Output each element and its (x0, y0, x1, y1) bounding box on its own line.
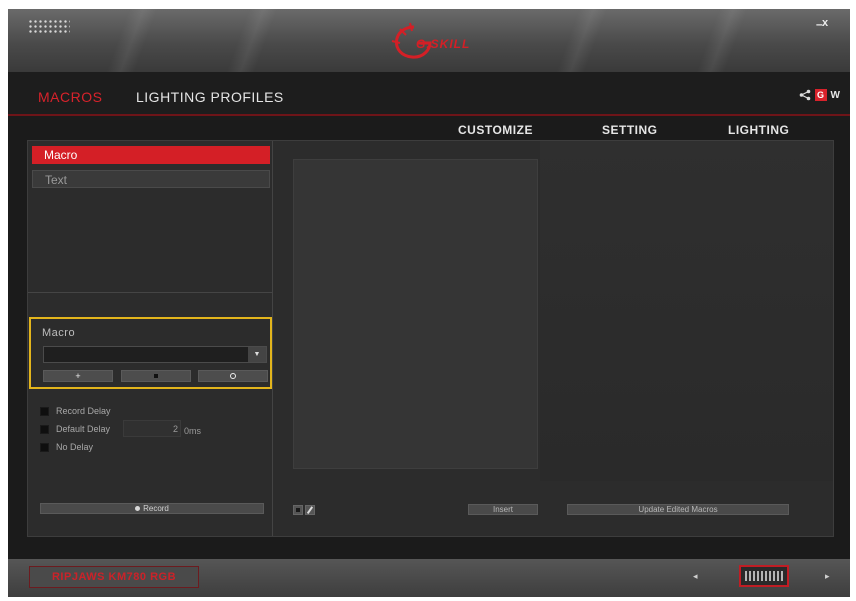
default-delay-checkbox[interactable] (40, 424, 49, 434)
tab-macros[interactable]: MACROS (38, 89, 102, 105)
pencil-icon (307, 506, 313, 514)
title-bar[interactable]: G.SKILL – x (8, 9, 850, 72)
default-delay-option[interactable]: Default Delay (40, 424, 110, 434)
macro-record-button[interactable] (198, 370, 268, 382)
no-delay-option[interactable]: No Delay (40, 442, 93, 452)
record-dot-icon (135, 506, 141, 511)
record-button[interactable]: Record (40, 503, 264, 514)
footer-bar: RIPJAWS KM780 RGB ◂ ▸ (8, 559, 850, 597)
logo-text: G.SKILL (416, 37, 471, 51)
header-decoration (696, 9, 748, 72)
chevron-down-icon[interactable]: ▼ (248, 347, 266, 362)
square-icon (154, 374, 158, 378)
mode-item-text[interactable]: Text (32, 170, 270, 188)
header-decoration (106, 9, 158, 72)
record-button-label: Record (143, 504, 169, 513)
update-edited-macros-button[interactable]: Update Edited Macros (567, 504, 789, 515)
record-delay-option[interactable]: Record Delay (40, 406, 111, 416)
macro-selector-box: Macro ▼ + (29, 317, 272, 389)
prev-device-button[interactable]: ◂ (693, 571, 698, 582)
mode-list: Macro Text (28, 141, 273, 293)
record-delay-label: Record Delay (56, 406, 111, 416)
stop-tool-button[interactable] (293, 505, 303, 515)
default-delay-input[interactable] (123, 420, 181, 437)
nav-actions: G W (799, 89, 840, 101)
add-macro-button[interactable]: + (43, 370, 113, 382)
left-column: Macro Text Macro ▼ + Record Delay Defaul… (28, 141, 273, 536)
macro-editor-list[interactable] (293, 159, 538, 469)
main-nav: MACROS LIGHTING PROFILES G W (8, 72, 850, 116)
header-decoration (556, 9, 608, 72)
sub-tabs: CUSTOMIZE SETTING LIGHTING (8, 118, 850, 140)
editor-tools (293, 505, 315, 515)
g-badge-button[interactable]: G (814, 89, 827, 101)
tab-lighting-profiles[interactable]: LIGHTING PROFILES (136, 89, 284, 105)
keyboard-icon (745, 571, 783, 581)
square-icon (296, 508, 300, 512)
tab-lighting[interactable]: LIGHTING (728, 123, 789, 137)
no-delay-label: No Delay (56, 442, 94, 452)
delete-macro-button[interactable] (121, 370, 191, 382)
insert-button[interactable]: Insert (468, 504, 538, 515)
keyboard-thumbnail[interactable] (739, 565, 789, 587)
preview-area (540, 141, 833, 481)
device-name: RIPJAWS KM780 RGB (29, 566, 199, 588)
tab-setting[interactable]: SETTING (602, 123, 658, 137)
w-badge-button[interactable]: W (831, 90, 840, 101)
edit-tool-button[interactable] (305, 505, 315, 515)
app-window: G.SKILL – x MACROS LIGHTING PROFILES G W… (8, 9, 850, 597)
grille-decoration (28, 19, 70, 35)
mode-item-macro[interactable]: Macro (32, 146, 270, 164)
circle-icon (230, 373, 236, 379)
record-delay-checkbox[interactable] (40, 406, 49, 416)
header-decoration (226, 9, 278, 72)
close-button[interactable]: x (822, 17, 828, 29)
tab-customize[interactable]: CUSTOMIZE (458, 123, 533, 137)
plus-icon: + (75, 371, 81, 381)
main-panel: Macro Text Macro ▼ + Record Delay Defaul… (27, 140, 834, 537)
default-delay-label: Default Delay (56, 424, 111, 434)
no-delay-checkbox[interactable] (40, 442, 49, 452)
macro-dropdown[interactable]: ▼ (43, 346, 267, 363)
share-icon[interactable] (799, 89, 811, 101)
next-device-button[interactable]: ▸ (825, 571, 830, 582)
macro-label: Macro (42, 327, 76, 339)
delay-unit: 0ms (184, 426, 202, 436)
